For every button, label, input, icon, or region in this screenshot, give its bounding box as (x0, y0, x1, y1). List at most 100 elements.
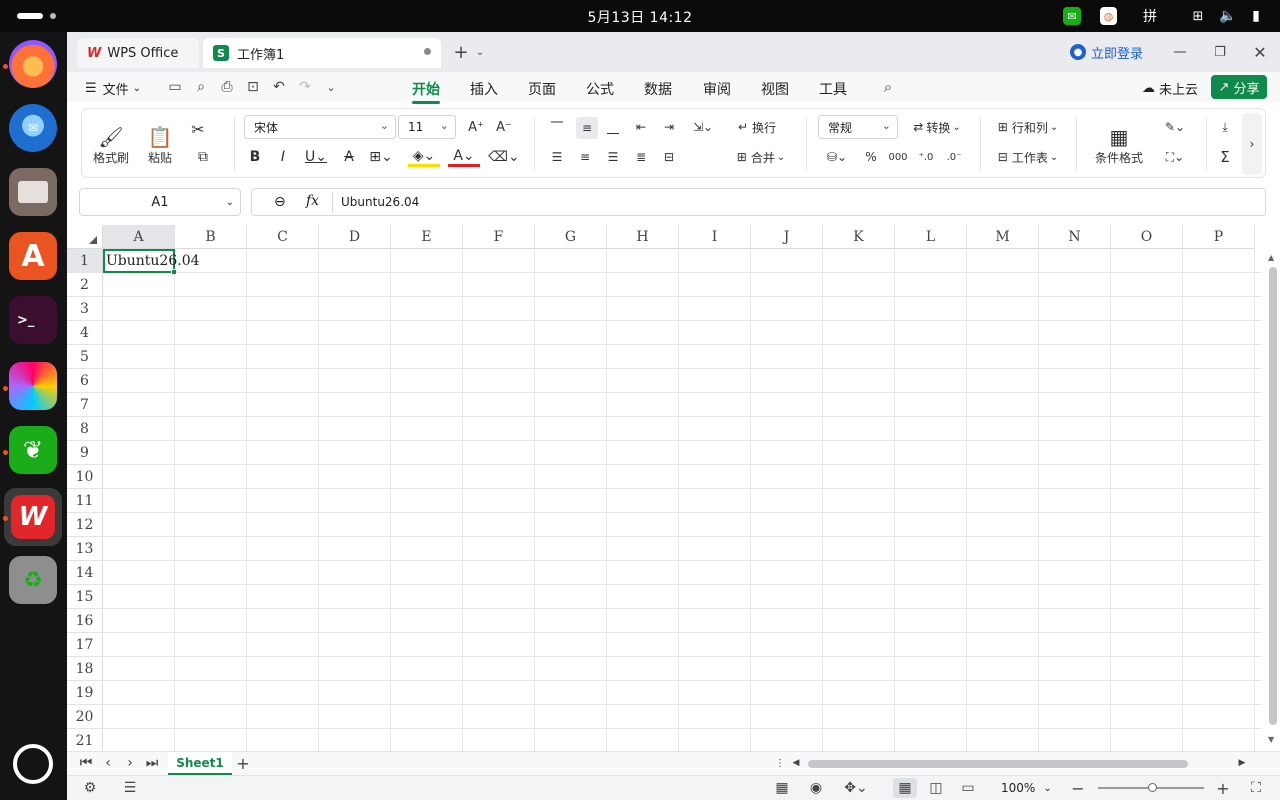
sheet-tab-sheet1[interactable]: Sheet1 (168, 752, 232, 775)
strikethrough-button[interactable]: A (340, 147, 358, 167)
cell-a1[interactable]: Ubuntu26.04 (103, 249, 200, 275)
row-header[interactable]: 15 (67, 585, 103, 609)
convert-button[interactable]: ⇄ 转换 ⌄ (908, 117, 966, 137)
row-header[interactable]: 9 (67, 441, 103, 465)
column-header[interactable]: F (463, 225, 535, 249)
menu-view[interactable]: 视图 (761, 79, 789, 99)
row-header[interactable]: 12 (67, 513, 103, 537)
page-break-view-icon[interactable]: ▭ (959, 780, 977, 796)
fill-handle[interactable] (171, 269, 177, 275)
new-tab-plus-icon[interactable]: + (451, 42, 471, 63)
name-box[interactable]: A1 ⌄ (79, 188, 241, 216)
function-icon[interactable]: fx (306, 193, 319, 209)
column-header[interactable]: I (679, 225, 751, 249)
ribbon-scroll-right-icon[interactable]: › (1242, 113, 1262, 175)
row-header[interactable]: 3 (67, 297, 103, 321)
clear-format-button[interactable]: ⌫⌄ (488, 147, 520, 167)
scroll-up-icon[interactable]: ▲ (1268, 253, 1274, 262)
menu-data[interactable]: 数据 (644, 79, 672, 99)
row-header[interactable]: 16 (67, 609, 103, 633)
vertical-scrollbar[interactable]: ▲ ▼ (1266, 249, 1280, 751)
zoom-formula-icon[interactable]: ⊖ (274, 194, 286, 210)
wps-dock-slot[interactable]: W (4, 488, 62, 546)
font-size-select[interactable]: 11 ⌄ (398, 115, 456, 139)
row-header[interactable]: 6 (67, 369, 103, 393)
column-header[interactable]: N (1039, 225, 1111, 249)
row-header[interactable]: 7 (67, 393, 103, 417)
page-layout-view-icon[interactable]: ◫ (927, 780, 945, 796)
conditional-format-button[interactable]: ▦ 条件格式 (1086, 117, 1152, 173)
align-bottom-icon[interactable]: ⎽ (604, 117, 622, 137)
search-icon[interactable]: ⌕ (879, 78, 897, 96)
percent-button[interactable]: % (862, 147, 880, 167)
app-tray-icon[interactable]: ◍ (1100, 7, 1117, 25)
cell-style-button[interactable]: ✎⌄ (1158, 117, 1192, 137)
row-header[interactable]: 8 (67, 417, 103, 441)
column-header[interactable]: E (391, 225, 463, 249)
menu-review[interactable]: 审阅 (703, 79, 731, 99)
bold-button[interactable]: B (246, 147, 264, 167)
align-middle-icon[interactable]: ≡ (576, 117, 598, 139)
row-header[interactable]: 4 (67, 321, 103, 345)
tab-workbook[interactable]: S 工作簿1 (203, 38, 441, 68)
column-header[interactable]: C (247, 225, 319, 249)
thousands-separator-button[interactable]: 000 (888, 147, 908, 167)
battery-icon[interactable]: ▮ (1247, 7, 1265, 25)
share-button[interactable]: ↗ 分享 (1211, 75, 1267, 99)
print-preview-icon[interactable]: ⊡ (245, 79, 261, 95)
network-icon[interactable]: ⊞ (1189, 7, 1207, 25)
rows-columns-button[interactable]: ⊞ 行和列 ⌄ (992, 117, 1064, 137)
print-icon[interactable]: ⎙ (219, 79, 235, 95)
thunderbird-icon[interactable]: ✉ (9, 104, 57, 152)
minimize-icon[interactable]: — (1170, 42, 1190, 62)
spreadsheet-grid[interactable]: ABCDEFGHIJKLMNOP 1 2 3 4 5 6 7 8 9 10 11 12 13 14 15 16… (67, 225, 1280, 751)
font-name-select[interactable]: 宋体 ⌄ (244, 115, 396, 139)
select-all-corner[interactable] (67, 225, 103, 249)
eye-protection-icon[interactable]: ◉ (807, 780, 825, 796)
zoom-slider[interactable] (1098, 783, 1204, 792)
save-icon[interactable]: ▭ (167, 79, 183, 95)
zoom-in-icon[interactable]: + (1214, 779, 1232, 798)
first-sheet-icon[interactable]: ⏮ (79, 755, 93, 771)
align-right-icon[interactable]: ☰ (604, 147, 622, 167)
zoom-out-icon[interactable]: − (1069, 779, 1087, 798)
row-header[interactable]: 21 (67, 729, 103, 751)
align-left-icon[interactable]: ☰ (548, 147, 566, 167)
wrap-text-button[interactable]: ↵ 换行 (732, 117, 782, 137)
number-format-select[interactable]: 常规 ⌄ (818, 115, 898, 139)
firefox-icon[interactable] (9, 40, 57, 88)
fill-color-button[interactable]: ◈⌄ (408, 147, 440, 167)
undo-icon[interactable]: ↶ (271, 79, 287, 95)
horizontal-scroll-thumb[interactable] (808, 760, 1188, 768)
focus-mode-icon[interactable]: ✥⌄ (841, 780, 871, 796)
paste-button[interactable]: 📋 粘贴 (140, 117, 180, 173)
borders-button[interactable]: ⊞⌄ (366, 147, 396, 167)
copy-icon[interactable]: ⧉ (188, 147, 218, 167)
vertical-scroll-thumb[interactable] (1269, 267, 1277, 725)
menu-insert[interactable]: 插入 (470, 79, 498, 99)
column-header[interactable]: A (103, 225, 175, 249)
input-method-indicator[interactable]: 拼 (1140, 7, 1160, 25)
column-header[interactable]: H (607, 225, 679, 249)
next-sheet-icon[interactable]: › (123, 755, 137, 771)
unsaved-dot-icon[interactable] (424, 48, 431, 55)
show-apps-icon[interactable] (13, 744, 53, 784)
fullscreen-icon[interactable]: ⛶ (1247, 780, 1265, 796)
row-header[interactable]: 19 (67, 681, 103, 705)
login-button[interactable]: ● 立即登录 (1070, 43, 1143, 62)
increase-decimal-button[interactable]: ⁺.0 (916, 147, 936, 167)
decrease-font-icon[interactable]: A⁻ (494, 117, 514, 137)
scroll-right-icon[interactable]: ▶ (1237, 756, 1247, 770)
merge-button[interactable]: ⊞ 合并 ⌄ (730, 147, 792, 167)
last-sheet-icon[interactable]: ⏭ (145, 755, 159, 771)
crop-button[interactable]: ⛶⌄ (1158, 147, 1192, 167)
increase-font-icon[interactable]: A⁺ (466, 117, 486, 137)
terminal-icon[interactable]: >_ (9, 296, 57, 344)
decrease-decimal-button[interactable]: .0⁻ (944, 147, 964, 167)
text-direction-icon[interactable]: ⇲⌄ (688, 117, 718, 137)
column-header[interactable]: O (1111, 225, 1183, 249)
distributed-align-icon[interactable]: ⊟ (660, 147, 678, 167)
underline-button[interactable]: U⌄ (302, 147, 330, 167)
volume-icon[interactable]: 🔈 (1219, 7, 1237, 25)
menu-formula[interactable]: 公式 (586, 79, 614, 99)
